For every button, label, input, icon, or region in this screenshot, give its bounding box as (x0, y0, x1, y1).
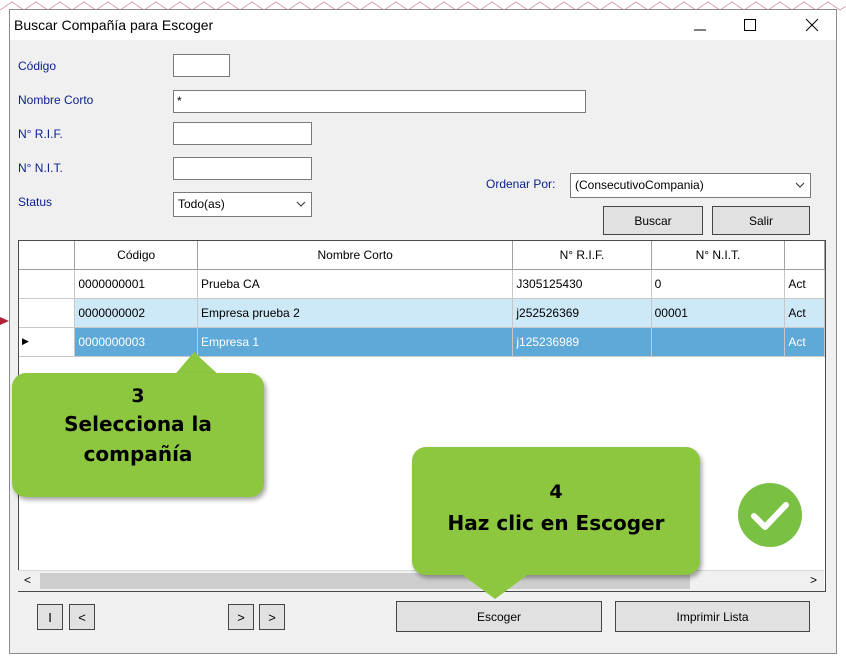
codigo-field[interactable] (173, 54, 230, 77)
next-record-button[interactable]: > (228, 604, 254, 630)
maximize-button[interactable] (728, 10, 772, 40)
last-record-button[interactable]: > (259, 604, 285, 630)
cell-status: Act (784, 298, 825, 328)
check-mark-icon (751, 502, 789, 530)
scroll-right-arrow[interactable]: > (810, 573, 817, 587)
column-header-nombre-corto[interactable]: Nombre Corto (197, 241, 514, 270)
companies-table: Código Nombre Corto N° R.I.F. N° N.I.T. … (19, 241, 825, 357)
cell-rif: j252526369 (512, 298, 652, 328)
ordenar-por-select[interactable]: (ConsecutivoCompania) (570, 173, 811, 198)
chevron-down-icon (296, 201, 306, 207)
codigo-label: Código (18, 59, 57, 73)
cell-rif: j125236989 (512, 327, 652, 357)
close-button[interactable] (790, 10, 834, 40)
row-header[interactable] (19, 269, 76, 299)
cell-nit: 00001 (651, 298, 786, 328)
table-row[interactable]: 0000000002 Empresa prueba 2 j252526369 0… (19, 298, 825, 328)
imprimir-lista-button[interactable]: Imprimir Lista (615, 601, 810, 632)
cell-nombre: Empresa prueba 2 (197, 298, 514, 328)
column-header-status[interactable] (784, 241, 825, 270)
status-select-value: Todo(as) (178, 197, 225, 211)
table-header-row: Código Nombre Corto N° R.I.F. N° N.I.T. (19, 241, 825, 270)
callout-3-text: Selecciona la compañía (64, 412, 212, 466)
rif-label: N° R.I.F. (18, 127, 63, 141)
cell-codigo: 0000000002 (74, 298, 199, 328)
cell-nit (651, 327, 786, 357)
cell-nombre: Empresa 1 (197, 327, 514, 357)
callout-step-3: 3 Selecciona la compañía (12, 373, 264, 497)
row-header-corner (19, 241, 76, 270)
row-header[interactable]: ▶ (19, 327, 76, 357)
minimize-icon (694, 29, 706, 31)
cell-nombre: Prueba CA (197, 269, 514, 299)
status-select[interactable]: Todo(as) (173, 192, 312, 217)
row-header[interactable] (19, 298, 76, 328)
chevron-down-icon (795, 182, 805, 188)
callout-3-number: 3 (131, 385, 145, 407)
maximize-icon (744, 19, 756, 31)
scroll-left-arrow[interactable]: < (24, 573, 31, 587)
cell-codigo: 0000000001 (74, 269, 199, 299)
column-header-nit[interactable]: N° N.I.T. (651, 241, 786, 270)
salir-button[interactable]: Salir (712, 206, 810, 235)
nombre-corto-field[interactable]: * (173, 90, 586, 113)
buscar-button[interactable]: Buscar (603, 206, 703, 235)
check-circle-icon (738, 483, 802, 547)
table-row-selected[interactable]: ▶ 0000000003 Empresa 1 j125236989 Act (19, 327, 825, 357)
cell-status: Act (784, 269, 825, 299)
status-label: Status (18, 195, 53, 209)
title-bar: Buscar Compañía para Escoger (10, 10, 836, 40)
first-record-button[interactable]: I (37, 604, 63, 630)
nombre-corto-label: Nombre Corto (18, 93, 94, 107)
escoger-button[interactable]: Escoger (396, 601, 602, 632)
cell-rif: J305125430 (512, 269, 652, 299)
callout-4-pointer (460, 573, 530, 599)
previous-record-button[interactable]: < (69, 604, 95, 630)
callout-4-number: 4 (549, 481, 563, 503)
column-header-codigo[interactable]: Código (74, 241, 199, 270)
close-icon (805, 18, 819, 32)
ordenar-por-value: (ConsecutivoCompania) (575, 178, 704, 192)
callout-step-4: 4 Haz clic en Escoger (412, 447, 700, 575)
window-title: Buscar Compañía para Escoger (14, 17, 214, 33)
rif-field[interactable] (173, 122, 312, 145)
nit-label: N° N.I.T. (18, 161, 63, 175)
cell-status: Act (784, 327, 825, 357)
minimize-button[interactable] (678, 10, 722, 40)
scrollbar-thumb[interactable] (40, 573, 690, 589)
nit-field[interactable] (173, 157, 312, 180)
callout-4-text: Haz clic en Escoger (447, 511, 665, 535)
cell-nit: 0 (651, 269, 786, 299)
ordenar-por-label: Ordenar Por: (486, 177, 556, 191)
table-row[interactable]: 0000000001 Prueba CA J305125430 0 Act (19, 269, 825, 299)
column-header-rif[interactable]: N° R.I.F. (512, 241, 652, 270)
